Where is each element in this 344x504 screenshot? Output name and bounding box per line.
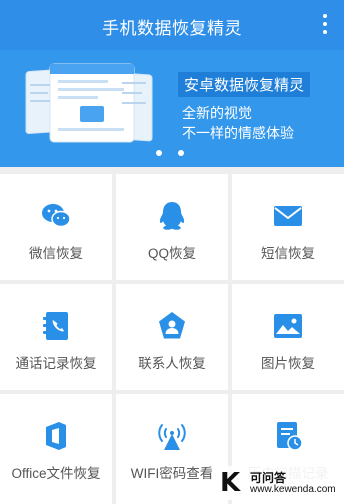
banner-headline: 安卓数据恢复精灵: [178, 72, 311, 97]
banner-subtitle-2: 不一样的情感体验: [182, 125, 294, 141]
envelope-icon: [274, 206, 302, 226]
sms-recovery-tile[interactable]: 短信恢复: [232, 174, 344, 280]
image-recovery-tile[interactable]: 图片恢复: [232, 284, 344, 390]
history-icon: [277, 422, 303, 451]
tile-label: 微信恢复: [29, 246, 83, 261]
title-bar: 手机数据恢复精灵: [0, 0, 344, 50]
carousel-dot-2[interactable]: [178, 150, 184, 156]
office-icon: [46, 422, 66, 450]
phones-illustration: [25, 63, 153, 143]
call-log-recovery-tile[interactable]: 通话记录恢复: [0, 284, 112, 390]
tile-label: QQ恢复: [147, 246, 196, 261]
banner-carousel[interactable]: 安卓数据恢复精灵 全新的视觉 不一样的情感体验: [0, 50, 344, 167]
more-vertical-icon[interactable]: [320, 14, 330, 38]
call-log-icon: [43, 312, 68, 340]
contact-recovery-tile[interactable]: 联系人恢复: [116, 284, 228, 390]
feature-grid: 微信恢复 QQ恢复 短信恢复 通话记录恢复 联系人恢复 图片恢复 Office文…: [0, 174, 344, 504]
watermark: K 可问答 www.kewenda.com: [212, 466, 338, 500]
tile-label: 图片恢复: [261, 356, 315, 371]
carousel-dot-1[interactable]: [156, 150, 162, 156]
watermark-url: www.kewenda.com: [250, 484, 336, 495]
banner-subtitle-1: 全新的视觉: [182, 105, 252, 121]
tile-label: Office文件恢复: [11, 466, 101, 481]
app-title: 手机数据恢复精灵: [102, 19, 242, 38]
tile-label: 短信恢复: [261, 246, 315, 261]
image-icon: [274, 314, 302, 338]
contact-icon: [159, 312, 185, 339]
carousel-indicator: [156, 150, 186, 156]
office-recovery-tile[interactable]: Office文件恢复: [0, 394, 112, 504]
watermark-logo-letter: K: [220, 468, 241, 498]
wifi-icon: [158, 424, 186, 450]
wechat-icon: [42, 204, 71, 228]
qq-recovery-tile[interactable]: QQ恢复: [116, 174, 228, 280]
tile-label: 通话记录恢复: [15, 356, 97, 371]
qq-icon: [159, 202, 185, 230]
tile-label: 联系人恢复: [138, 356, 206, 371]
wechat-recovery-tile[interactable]: 微信恢复: [0, 174, 112, 280]
